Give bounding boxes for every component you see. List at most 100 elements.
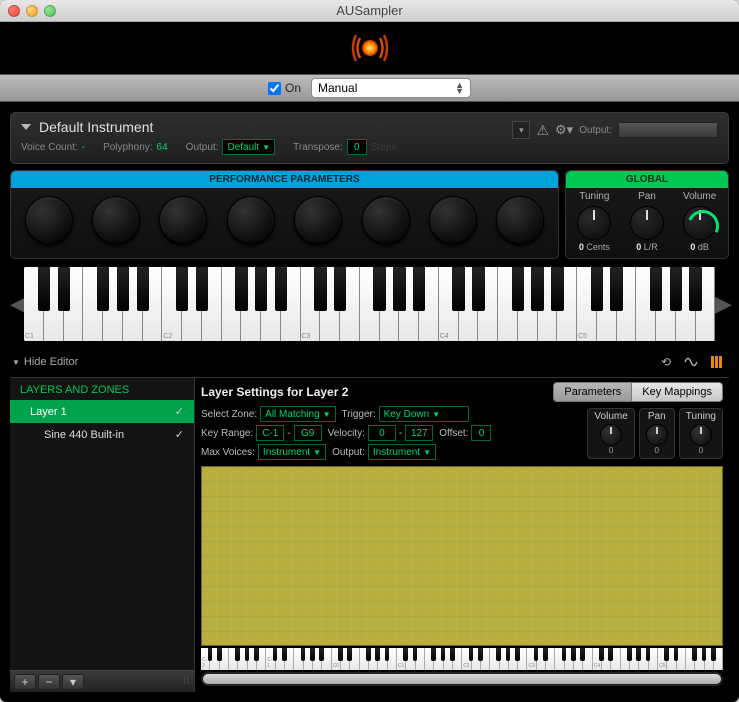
black-key[interactable] bbox=[571, 648, 576, 661]
black-key[interactable] bbox=[403, 648, 408, 661]
black-key[interactable] bbox=[610, 267, 622, 311]
add-button[interactable]: + bbox=[14, 674, 36, 690]
offset-value[interactable]: 0 bbox=[471, 425, 491, 441]
key-range-lo[interactable]: C-1 bbox=[256, 425, 284, 441]
performance-knob-6[interactable] bbox=[362, 196, 410, 244]
black-key[interactable] bbox=[245, 648, 250, 661]
black-key[interactable] bbox=[636, 648, 641, 661]
black-key[interactable] bbox=[431, 648, 436, 661]
black-key[interactable] bbox=[235, 648, 240, 661]
black-key[interactable] bbox=[310, 648, 315, 661]
wave-icon[interactable] bbox=[683, 353, 701, 371]
performance-knob-3[interactable] bbox=[159, 196, 207, 244]
layer-pan-knob[interactable] bbox=[646, 424, 668, 446]
reset-icon[interactable]: ⟲ bbox=[657, 353, 675, 371]
polyphony-value[interactable]: 64 bbox=[157, 142, 168, 153]
layer-volume-knob[interactable] bbox=[600, 424, 622, 446]
black-key[interactable] bbox=[452, 267, 464, 311]
key-range-hi[interactable]: G9 bbox=[294, 425, 322, 441]
horizontal-scrollbar[interactable] bbox=[201, 672, 723, 686]
black-key[interactable] bbox=[235, 267, 247, 311]
hide-editor-toggle[interactable]: ▼Hide Editor bbox=[12, 356, 78, 368]
remove-button[interactable]: − bbox=[38, 674, 60, 690]
black-key[interactable] bbox=[608, 648, 613, 661]
black-key[interactable] bbox=[255, 267, 267, 311]
black-key[interactable] bbox=[38, 267, 50, 311]
tab-key-mappings[interactable]: Key Mappings bbox=[632, 382, 723, 402]
disclosure-triangle-icon[interactable] bbox=[21, 124, 31, 130]
black-key[interactable] bbox=[196, 267, 208, 311]
black-key[interactable] bbox=[506, 648, 511, 661]
layer-tuning-knob[interactable] bbox=[690, 424, 712, 446]
black-key[interactable] bbox=[413, 267, 425, 311]
black-key[interactable] bbox=[534, 648, 539, 661]
mode-select[interactable]: Manual ▲▼ bbox=[311, 78, 471, 98]
black-key[interactable] bbox=[551, 267, 563, 311]
black-key[interactable] bbox=[338, 648, 343, 661]
black-key[interactable] bbox=[347, 648, 352, 661]
black-key[interactable] bbox=[496, 648, 501, 661]
black-key[interactable] bbox=[97, 267, 109, 311]
tab-parameters[interactable]: Parameters bbox=[553, 382, 632, 402]
black-key[interactable] bbox=[450, 648, 455, 661]
black-key[interactable] bbox=[627, 648, 632, 661]
piano-scroll-right[interactable]: ▶ bbox=[715, 291, 729, 317]
black-key[interactable] bbox=[273, 648, 278, 661]
sidebar-item-layer[interactable]: Layer 1✓ bbox=[10, 400, 194, 423]
black-key[interactable] bbox=[176, 267, 188, 311]
black-key[interactable] bbox=[689, 267, 701, 311]
action-menu-button[interactable]: ▾ bbox=[62, 674, 84, 690]
black-key[interactable] bbox=[543, 648, 548, 661]
performance-knob-4[interactable] bbox=[227, 196, 275, 244]
black-key[interactable] bbox=[469, 648, 474, 661]
global-volume-knob[interactable] bbox=[683, 206, 717, 240]
mapping-icon[interactable] bbox=[709, 353, 727, 371]
resize-grip-icon[interactable]: ⦙⦙ bbox=[184, 676, 190, 687]
mini-keyboard[interactable]: C-2C-1C0C1C2C3C4C5 bbox=[201, 648, 723, 670]
black-key[interactable] bbox=[275, 267, 287, 311]
performance-knob-2[interactable] bbox=[92, 196, 140, 244]
black-key[interactable] bbox=[702, 648, 707, 661]
black-key[interactable] bbox=[117, 267, 129, 311]
black-key[interactable] bbox=[58, 267, 70, 311]
black-key[interactable] bbox=[385, 648, 390, 661]
layer-output-select[interactable]: Instrument▼ bbox=[368, 444, 436, 460]
black-key[interactable] bbox=[512, 267, 524, 311]
black-key[interactable] bbox=[531, 267, 543, 311]
black-key[interactable] bbox=[334, 267, 346, 311]
black-key[interactable] bbox=[413, 648, 418, 661]
performance-knob-8[interactable] bbox=[496, 196, 544, 244]
black-key[interactable] bbox=[670, 267, 682, 311]
window-close-button[interactable] bbox=[8, 5, 20, 17]
instrument-menu-dropdown[interactable]: ▾ bbox=[512, 121, 530, 139]
black-key[interactable] bbox=[650, 267, 662, 311]
velocity-lo[interactable]: 0 bbox=[368, 425, 396, 441]
black-key[interactable] bbox=[472, 267, 484, 311]
black-key[interactable] bbox=[254, 648, 259, 661]
window-minimize-button[interactable] bbox=[26, 5, 38, 17]
velocity-hi[interactable]: 127 bbox=[405, 425, 433, 441]
piano-scroll-left[interactable]: ◀ bbox=[10, 291, 24, 317]
black-key[interactable] bbox=[580, 648, 585, 661]
black-key[interactable] bbox=[664, 648, 669, 661]
sidebar-item-zone[interactable]: Sine 440 Built-in✓ bbox=[10, 423, 194, 446]
select-zone-select[interactable]: All Matching▼ bbox=[260, 406, 335, 422]
on-checkbox-label[interactable]: On bbox=[268, 81, 301, 95]
zone-mapping-canvas[interactable] bbox=[201, 466, 723, 646]
black-key[interactable] bbox=[562, 648, 567, 661]
gear-icon[interactable]: ⚙▾ bbox=[555, 122, 573, 138]
performance-knob-1[interactable] bbox=[25, 196, 73, 244]
black-key[interactable] bbox=[366, 648, 371, 661]
black-key[interactable] bbox=[711, 648, 716, 661]
black-key[interactable] bbox=[319, 648, 324, 661]
main-keyboard[interactable]: C1C2C3C4C5 bbox=[24, 267, 715, 341]
on-checkbox[interactable] bbox=[268, 82, 281, 95]
scrollbar-thumb[interactable] bbox=[203, 674, 721, 684]
black-key[interactable] bbox=[478, 648, 483, 661]
black-key[interactable] bbox=[692, 648, 697, 661]
black-key[interactable] bbox=[591, 267, 603, 311]
output-select[interactable]: Default▼ bbox=[222, 139, 275, 155]
black-key[interactable] bbox=[646, 648, 651, 661]
transpose-value[interactable]: 0 bbox=[347, 139, 367, 155]
black-key[interactable] bbox=[282, 648, 287, 661]
